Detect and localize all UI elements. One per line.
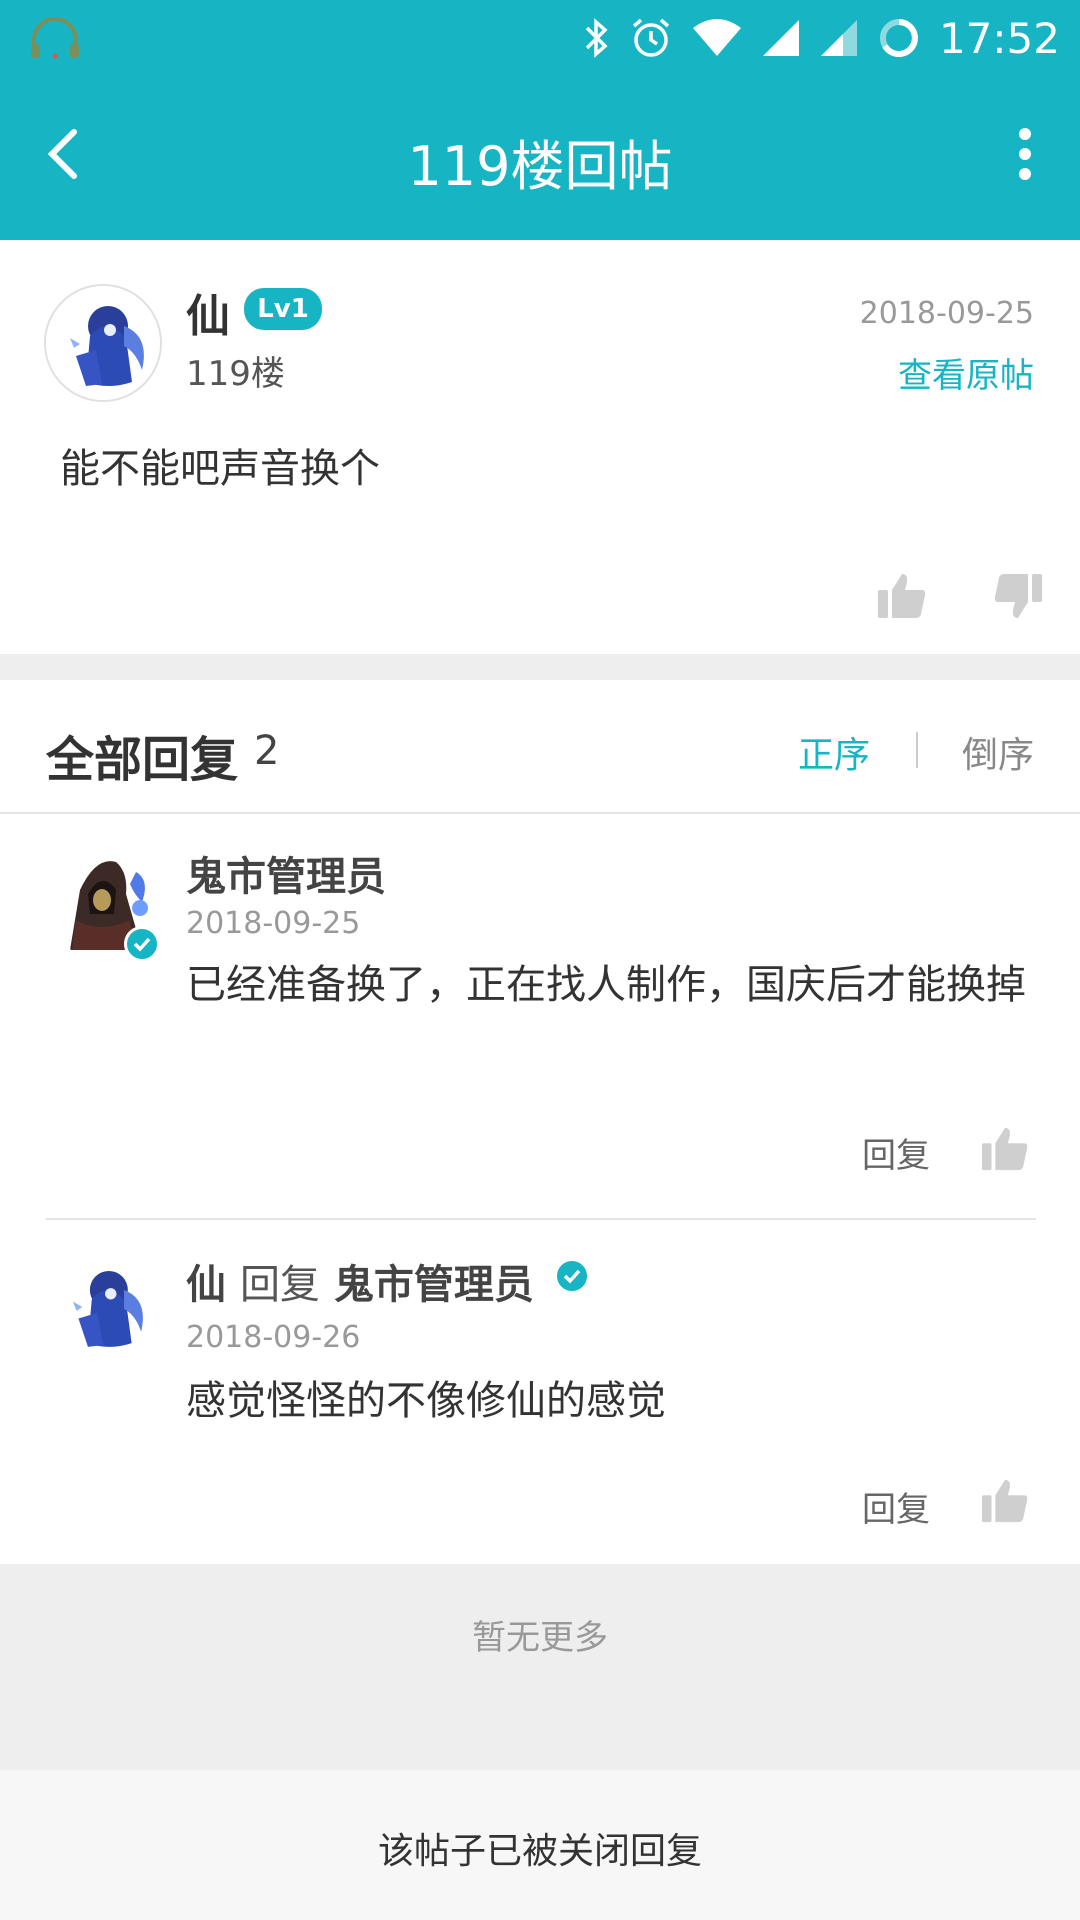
wifi-icon <box>692 19 741 56</box>
reply-verb: 回复 <box>239 1262 320 1308</box>
post-author[interactable]: 仙 <box>186 280 230 344</box>
post-date: 2018-09-25 <box>859 296 1034 331</box>
reply-text: 感觉怪怪的不像修仙的感觉 <box>186 1378 666 1424</box>
closed-reply-bar: 该帖子已被关闭回复 <box>0 1770 1080 1920</box>
reply-text: 已经准备换了，正在找人制作，国庆后才能换掉 <box>186 962 1026 1008</box>
thumbs-down-icon <box>994 574 1042 618</box>
reply-item: 鬼市管理员 2018-09-25 已经准备换了，正在找人制作，国庆后才能换掉 回… <box>0 814 1080 1220</box>
reply-target[interactable]: 鬼市管理员 <box>334 1262 534 1308</box>
reply-button[interactable]: 回复 <box>862 1128 930 1177</box>
like-button[interactable] <box>980 1124 1030 1174</box>
post-content: 能不能吧声音换个 <box>60 446 380 492</box>
view-original-link[interactable]: 查看原帖 <box>898 348 1034 397</box>
more-vertical-icon <box>1019 128 1031 180</box>
section-gap <box>0 654 1080 680</box>
closed-reply-text: 该帖子已被关闭回复 <box>377 1831 702 1872</box>
reply-date: 2018-09-25 <box>186 906 361 941</box>
reply-item: 仙 回复 鬼市管理员 2018-09-26 感觉怪怪的不像修仙的感觉 回复 <box>0 1220 1080 1564</box>
replies-header: 全部回复 2 正序 倒序 <box>0 680 1080 814</box>
sort-divider <box>916 732 918 768</box>
verified-icon <box>554 1258 590 1294</box>
battery-ring-icon <box>879 19 918 57</box>
app-bar: 119楼回帖 <box>0 94 1080 214</box>
reply-author-line: 仙 回复 鬼市管理员 <box>186 1252 534 1310</box>
avatar[interactable] <box>50 1252 162 1364</box>
signal-icon <box>762 20 799 56</box>
no-more-text: 暂无更多 <box>472 1618 608 1658</box>
level-badge: Lv1 <box>244 288 322 330</box>
reply-date: 2018-09-26 <box>186 1320 361 1355</box>
like-button[interactable] <box>980 1476 1030 1526</box>
reply-button[interactable]: 回复 <box>862 1482 930 1531</box>
dislike-button[interactable] <box>992 570 1044 622</box>
status-time: 17:52 <box>938 13 1060 63</box>
alarm-icon <box>632 18 670 57</box>
status-bar: 17:52 <box>0 0 1080 74</box>
replies-title: 全部回复 <box>46 732 239 788</box>
bluetooth-icon <box>585 18 608 58</box>
thumbs-up-icon <box>878 574 926 618</box>
avatar[interactable] <box>44 284 162 402</box>
page-title: 119楼回帖 <box>407 135 673 198</box>
status-icons: 17:52 <box>581 8 1060 68</box>
signal-weak-icon <box>820 20 857 56</box>
reply-author[interactable]: 鬼市管理员 <box>186 844 386 902</box>
more-button[interactable] <box>1010 124 1040 184</box>
thumbs-up-icon <box>981 1127 1028 1171</box>
post-floor: 119楼 <box>186 354 285 394</box>
reply-author[interactable]: 仙 <box>186 1262 226 1308</box>
like-button[interactable] <box>876 570 928 622</box>
sort-ascending-tab[interactable]: 正序 <box>798 726 870 778</box>
thumbs-up-icon <box>981 1479 1028 1523</box>
verified-icon <box>124 926 160 962</box>
replies-count: 2 <box>254 728 280 774</box>
headphones-icon <box>28 16 82 60</box>
original-post: 仙 Lv1 119楼 2018-09-25 查看原帖 能不能吧声音换个 <box>0 240 1080 654</box>
sort-descending-tab[interactable]: 倒序 <box>962 726 1034 778</box>
top-bar: 17:52 119楼回帖 <box>0 0 1080 240</box>
list-end-area: 暂无更多 <box>0 1564 1080 1770</box>
